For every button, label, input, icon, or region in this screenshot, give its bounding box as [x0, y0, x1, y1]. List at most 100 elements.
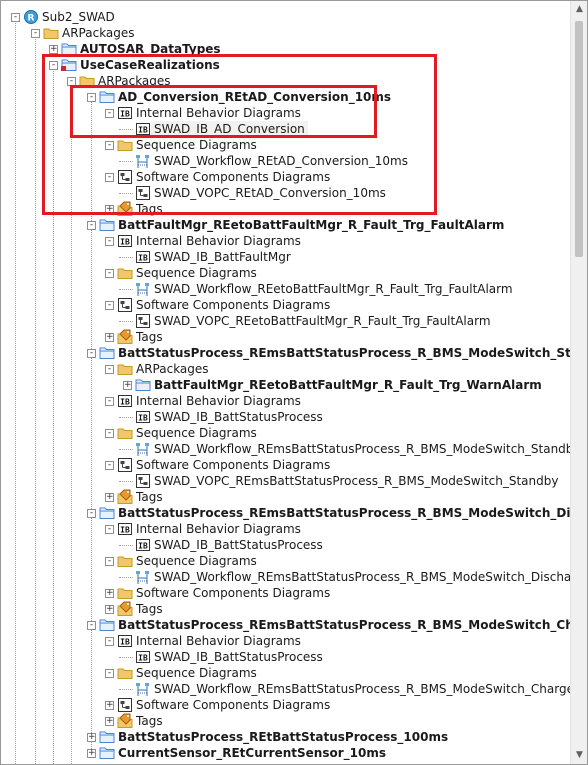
- tree-node-label: Internal Behavior Diagrams: [136, 522, 301, 536]
- expand-toggle-icon[interactable]: +: [105, 589, 114, 598]
- collapse-toggle-icon[interactable]: -: [31, 29, 40, 38]
- ib-icon: IB: [117, 521, 133, 537]
- tree-node-label: SWAD_Workflow_REmsBattStatusProcess_R_BM…: [154, 682, 574, 696]
- sequence-diagram-icon: [135, 569, 151, 585]
- folder-icon: [117, 361, 133, 377]
- expand-toggle-icon[interactable]: +: [105, 333, 114, 342]
- tags-icon: [117, 601, 133, 617]
- svg-text:IB: IB: [138, 542, 148, 551]
- sequence-diagram-icon: [135, 681, 151, 697]
- tree-node-label: SWAD_IB_BattFaultMgr: [154, 250, 291, 264]
- package-icon: [99, 217, 115, 233]
- sequence-diagram-icon: [135, 441, 151, 457]
- tree-node-label: BattStatusProcess_REmsBattStatusProcess_…: [118, 506, 588, 520]
- tree-guide-line: [119, 481, 133, 482]
- collapse-toggle-icon[interactable]: -: [87, 509, 96, 518]
- tree-node-label: SWAD_VOPC_REetoBattFaultMgr_R_Fault_Trg_…: [154, 314, 491, 328]
- svg-text:IB: IB: [120, 638, 130, 647]
- ib-icon: IB: [117, 393, 133, 409]
- tags-icon: [117, 329, 133, 345]
- folder-icon: [117, 665, 133, 681]
- tree-node-label: BattStatusProcess_REmsBattStatusProcess_…: [118, 346, 588, 360]
- tree-node-label: Sub2_SWAD: [42, 10, 115, 24]
- collapse-toggle-icon[interactable]: -: [105, 669, 114, 678]
- package-icon: [99, 345, 115, 361]
- collapse-toggle-icon[interactable]: -: [105, 461, 114, 470]
- expand-toggle-icon[interactable]: +: [105, 493, 114, 502]
- tree-node-label: SWAD_VOPC_REmsBattStatusProcess_R_BMS_Mo…: [154, 474, 559, 488]
- ib-icon: IB: [117, 633, 133, 649]
- folder-icon: [43, 25, 59, 41]
- component-diagram-icon: [117, 697, 133, 713]
- tree-node-label: SWAD_Workflow_REmsBattStatusProcess_R_BM…: [154, 570, 588, 584]
- tree-node-label: SWAD_IB_BattStatusProcess: [154, 410, 323, 424]
- tree-guide-line: [119, 545, 133, 546]
- collapse-toggle-icon[interactable]: -: [105, 365, 114, 374]
- tree-node-label: Software Components Diagrams: [136, 586, 331, 600]
- tree-guide-line: [119, 417, 133, 418]
- collapse-toggle-icon[interactable]: -: [105, 269, 114, 278]
- expand-toggle-icon[interactable]: +: [49, 45, 58, 54]
- expand-toggle-icon[interactable]: +: [105, 605, 114, 614]
- collapse-toggle-icon[interactable]: -: [105, 397, 114, 406]
- expand-toggle-icon[interactable]: +: [87, 733, 96, 742]
- tree-node-label: SWAD_Workflow_REetoBattFaultMgr_R_Fault_…: [154, 282, 513, 296]
- package-icon: [135, 377, 151, 393]
- collapse-toggle-icon[interactable]: -: [105, 525, 114, 534]
- tree-node-label: Sequence Diagrams: [136, 426, 257, 440]
- tree-node-label: BattStatusProcess_REtBattStatusProcess_1…: [118, 730, 449, 744]
- collapse-toggle-icon[interactable]: -: [105, 301, 114, 310]
- tree-node-label: Software Components Diagrams: [136, 698, 331, 712]
- collapse-toggle-icon[interactable]: -: [105, 557, 114, 566]
- tree-node-label: ARPackages: [62, 26, 135, 40]
- package-icon: [99, 617, 115, 633]
- vertical-scrollbar[interactable]: ▲ ▼: [570, 1, 587, 764]
- tree-node-label: CurrentSensor_REtCurrentSensor_10ms: [118, 746, 386, 760]
- svg-text:IB: IB: [138, 254, 148, 263]
- ib-icon: IB: [135, 249, 151, 265]
- collapse-toggle-icon[interactable]: -: [105, 237, 114, 246]
- expand-toggle-icon[interactable]: +: [105, 701, 114, 710]
- tree-node-label: Internal Behavior Diagrams: [136, 394, 301, 408]
- folder-icon: [117, 265, 133, 281]
- expand-toggle-icon[interactable]: +: [87, 749, 96, 758]
- tree-guide-line: [35, 33, 36, 764]
- svg-text:R: R: [28, 14, 35, 24]
- collapse-toggle-icon[interactable]: -: [87, 621, 96, 630]
- folder-icon: [117, 585, 133, 601]
- tree-node-label: Internal Behavior Diagrams: [136, 634, 301, 648]
- tree-node-label: ARPackages: [136, 362, 209, 376]
- expand-toggle-icon[interactable]: +: [123, 381, 132, 390]
- scroll-up-arrow-icon[interactable]: ▲: [571, 1, 587, 18]
- collapse-toggle-icon[interactable]: -: [87, 349, 96, 358]
- tree-guide-line: [119, 289, 133, 290]
- collapse-toggle-icon[interactable]: -: [105, 637, 114, 646]
- collapse-toggle-icon[interactable]: -: [105, 429, 114, 438]
- tree-guide-line: [119, 257, 133, 258]
- tree-node-label: BattFaultMgr_REetoBattFaultMgr_R_Fault_T…: [118, 218, 505, 232]
- collapse-toggle-icon[interactable]: -: [11, 13, 20, 22]
- tree-node-label: Software Components Diagrams: [136, 298, 331, 312]
- scroll-down-arrow-icon[interactable]: ▼: [571, 747, 587, 764]
- tree-node-label: Tags: [136, 490, 163, 504]
- folder-icon: [117, 425, 133, 441]
- tags-icon: [117, 489, 133, 505]
- scroll-thumb[interactable]: [575, 21, 583, 257]
- component-diagram-icon: [117, 457, 133, 473]
- folder-icon: [117, 553, 133, 569]
- tags-icon: [117, 713, 133, 729]
- package-icon: [99, 745, 115, 761]
- tree-node-label: SWAD_IB_BattStatusProcess: [154, 538, 323, 552]
- tree-node-label: Sequence Diagrams: [136, 666, 257, 680]
- collapse-toggle-icon[interactable]: -: [87, 221, 96, 230]
- tree-guide-line: [119, 657, 133, 658]
- ib-icon: IB: [135, 537, 151, 553]
- tree-node-label: BattFaultMgr_REetoBattFaultMgr_R_Fault_T…: [154, 378, 542, 392]
- component-diagram-icon: [117, 297, 133, 313]
- tree-guide-line: [119, 449, 133, 450]
- package-icon: [99, 729, 115, 745]
- tree-node-label: BattStatusProcess_REmsBattStatusProcess_…: [118, 618, 588, 632]
- svg-text:IB: IB: [120, 238, 130, 247]
- tree-node-label: Software Components Diagrams: [136, 458, 331, 472]
- expand-toggle-icon[interactable]: +: [105, 717, 114, 726]
